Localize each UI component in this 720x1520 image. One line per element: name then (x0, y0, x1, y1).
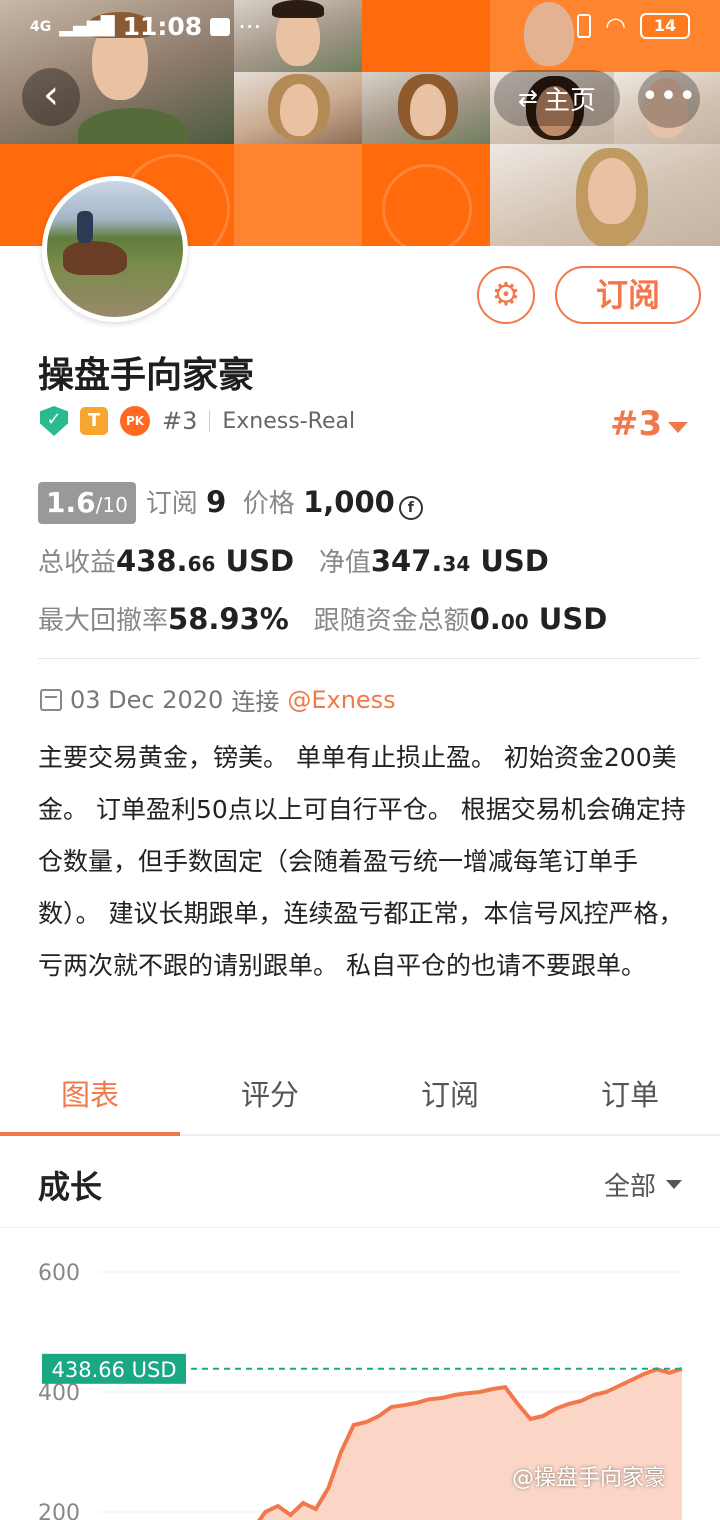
back-button[interactable]: ‹ (22, 68, 80, 126)
y-tick-label: 400 (38, 1381, 80, 1406)
more-status-icon: ··· (238, 12, 262, 41)
connection-row: 03 Dec 2020 连接 @Exness (40, 682, 396, 717)
current-value-label: 438.66 USD (51, 1358, 176, 1382)
settings-button[interactable]: ⚙ (477, 266, 535, 324)
subs-value: 9 (206, 485, 227, 519)
notification-icon (210, 17, 231, 36)
stats-row-1: 1.6/10 订阅 9 价格 1,000 f (38, 482, 423, 524)
score-value: 1.6 (46, 486, 96, 519)
rank-label: #3 (162, 407, 198, 435)
calendar-icon (40, 688, 62, 711)
y-tick-label: 200 (38, 1501, 80, 1520)
signal-icon: ▂▄▆█ (59, 16, 115, 37)
caret-down-icon (666, 1180, 682, 1189)
section-title: 成长 (38, 1168, 103, 1206)
follow-funds-label: 跟随资金总额 (313, 606, 470, 636)
banner-photo-3 (234, 72, 362, 144)
score-denominator: /10 (95, 493, 128, 517)
range-filter[interactable]: 全部 (604, 1166, 682, 1203)
avatar[interactable] (42, 176, 188, 322)
score-badge: 1.6/10 (38, 482, 136, 524)
divider (38, 658, 700, 659)
wifi-icon: ◠ (605, 12, 626, 40)
connection-date: 03 Dec 2020 (70, 685, 224, 714)
tab-chart[interactable]: 图表 (0, 1058, 180, 1136)
subscribe-button[interactable]: 订阅 (555, 266, 701, 324)
drawdown-value: 58.93% (168, 602, 289, 636)
caret-down-icon (668, 421, 689, 433)
banner-tile (362, 144, 490, 246)
divider (209, 410, 211, 432)
rank-value: #3 (610, 404, 663, 444)
banner-photo-4 (362, 72, 490, 144)
tab-rating[interactable]: 评分 (180, 1058, 360, 1134)
more-dots-icon: ••• (640, 79, 698, 114)
follow-funds-value: 0.00 USD (469, 602, 608, 636)
shield-check-icon: ✓ (40, 406, 68, 436)
growth-area (259, 1368, 682, 1520)
total-profit-value: 438.66 USD (116, 544, 295, 578)
subs-label: 订阅 (145, 489, 198, 519)
banner-tile (234, 144, 362, 246)
stats-row-2: 总收益 438.66 USD 净值 347.34 USD (38, 542, 549, 579)
vibrate-icon (577, 14, 592, 38)
status-bar: 4G ▂▄▆█ 11:08 ··· ◠ 14 (0, 0, 720, 56)
tab-bar: 图表 评分 订阅 订单 (0, 1058, 720, 1136)
gear-icon: ⚙ (491, 275, 521, 313)
y-tick-label: 600 (38, 1261, 80, 1286)
equity-label: 净值 (318, 548, 371, 578)
banner-photo-7 (490, 144, 720, 246)
home-button[interactable]: ⇄ 主页 (494, 70, 620, 126)
price-value: 1,000 (303, 485, 395, 519)
equity-value: 347.34 USD (370, 544, 549, 578)
growth-section-header: 成长 全部 (0, 1138, 720, 1228)
range-filter-label: 全部 (603, 1172, 656, 1202)
badge-row: ✓ T PK #3 Exness-Real (40, 404, 355, 438)
signal-description: 主要交易黄金，镑美。 单单有止损止盈。 初始资金200美金。 订单盈利50点以上… (38, 743, 686, 980)
pk-badge-icon: PK (120, 406, 150, 436)
network-label: 4G (30, 18, 52, 35)
switch-icon: ⇄ (517, 84, 539, 112)
t-badge-icon: T (80, 407, 108, 435)
coin-icon: f (398, 496, 423, 520)
price-label: 价格 (242, 489, 295, 519)
drawdown-label: 最大回撤率 (38, 606, 169, 636)
battery-icon: 14 (640, 13, 690, 39)
tab-subscriptions[interactable]: 订阅 (360, 1058, 540, 1134)
watermark: @操盘手向家豪 (512, 1466, 667, 1491)
total-profit-label: 总收益 (38, 548, 117, 578)
rank-dropdown[interactable]: #3 (610, 404, 689, 444)
broker-link[interactable]: @Exness (287, 686, 395, 714)
chevron-left-icon: ‹ (43, 72, 59, 118)
broker-label: Exness-Real (222, 408, 356, 434)
more-button[interactable]: ••• (638, 70, 700, 128)
clock: 11:08 (122, 12, 203, 41)
home-label: 主页 (544, 85, 597, 116)
stats-row-3: 最大回撤率 58.93% 跟随资金总额 0.00 USD (38, 600, 607, 637)
connection-text: 连接 (231, 688, 280, 716)
tab-orders[interactable]: 订单 (540, 1058, 720, 1134)
page-title: 操盘手向家豪 (38, 355, 255, 396)
